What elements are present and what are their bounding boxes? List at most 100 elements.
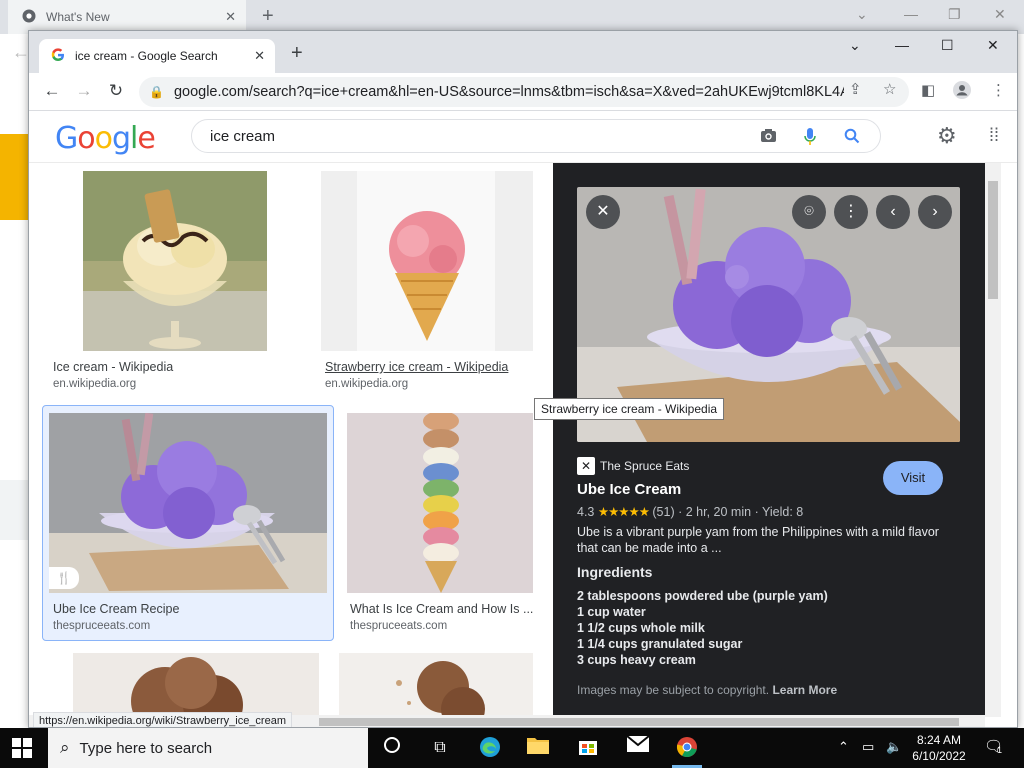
- image-results-grid: Ice cream - Wikipedia en.wikipedia.org S…: [29, 163, 553, 727]
- volume-icon[interactable]: 🔈: [886, 739, 902, 755]
- scrollbar-thumb[interactable]: [988, 181, 998, 299]
- taskbar-search-placeholder: Type here to search: [79, 739, 213, 757]
- bookmark-star-icon[interactable]: ☆: [883, 80, 896, 98]
- source-site[interactable]: ✕ The Spruce Eats: [577, 457, 689, 475]
- spruce-eats-logo-icon: ✕: [577, 457, 595, 475]
- result-title[interactable]: Strawberry ice cream - Wikipedia: [325, 360, 508, 374]
- search-input[interactable]: ice cream: [191, 119, 881, 153]
- gear-icon[interactable]: ⚙: [937, 123, 957, 149]
- url-text[interactable]: google.com/search?q=ice+cream&hl=en-US&s…: [174, 84, 844, 100]
- recipe-meta: 4.3 ★★★★★ (51) · 2 hr, 20 min · Yield: 8: [577, 505, 804, 519]
- rating-value: 4.3: [577, 505, 595, 519]
- preview-title[interactable]: Ube Ice Cream: [577, 481, 681, 498]
- cortana-icon[interactable]: [380, 736, 404, 760]
- result-title[interactable]: Ube Ice Cream Recipe: [53, 602, 179, 616]
- chrome-icon[interactable]: [675, 736, 699, 760]
- search-query-text[interactable]: ice cream: [210, 128, 275, 145]
- cook-time: 2 hr, 20 min: [685, 505, 752, 519]
- visit-button[interactable]: Visit: [883, 461, 943, 495]
- review-count: (51): [652, 505, 675, 519]
- ingredient-item: 1 1/4 cups granulated sugar: [577, 637, 743, 651]
- result-title[interactable]: Ice cream - Wikipedia: [53, 360, 173, 374]
- side-panel-icon[interactable]: ◧: [921, 81, 935, 99]
- apps-grid-icon[interactable]: ⁞⁞: [989, 125, 999, 146]
- vertical-scrollbar[interactable]: [985, 163, 1001, 717]
- close-preview-icon[interactable]: ✕: [586, 195, 620, 229]
- ingredients-heading: Ingredients: [577, 564, 653, 580]
- result-source: en.wikipedia.org: [325, 378, 409, 390]
- file-explorer-icon[interactable]: [526, 736, 550, 760]
- taskbar-search-box[interactable]: ⌕ Type here to search: [48, 728, 368, 768]
- google-favicon-icon: [51, 47, 65, 65]
- task-view-icon[interactable]: ⧉: [428, 736, 452, 760]
- result-source: en.wikipedia.org: [53, 378, 137, 390]
- forward-arrow-icon[interactable]: →: [73, 81, 95, 101]
- lock-icon[interactable]: 🔒: [149, 85, 164, 99]
- restore-icon[interactable]: ❐: [948, 6, 961, 23]
- bg-tab-whats-new[interactable]: What's New ✕: [8, 0, 246, 34]
- result-thumbnail[interactable]: [83, 171, 267, 351]
- bg-tab-strip: What's New ✕ + ⌄ — ❐ ✕: [0, 0, 1024, 34]
- edge-browser-icon[interactable]: [478, 736, 502, 760]
- minimize-icon[interactable]: —: [904, 6, 918, 22]
- notification-icon[interactable]: 🗨1: [984, 737, 1008, 755]
- share-icon[interactable]: ⇪: [849, 80, 862, 98]
- system-clock[interactable]: 8:24 AM 6/10/2022: [906, 732, 972, 764]
- close-tab-icon[interactable]: ✕: [254, 48, 265, 64]
- star-rating-icon: ★★★★★: [597, 505, 650, 519]
- camera-icon[interactable]: [760, 128, 777, 147]
- mail-icon[interactable]: [626, 735, 650, 760]
- next-image-icon[interactable]: ›: [918, 195, 952, 229]
- microsoft-store-icon[interactable]: [576, 736, 600, 760]
- google-logo[interactable]: Google: [55, 121, 156, 156]
- close-window-icon[interactable]: ✕: [994, 6, 1006, 23]
- recipe-yield: Yield: 8: [761, 505, 804, 519]
- result-thumbnail[interactable]: 🍴: [49, 413, 327, 593]
- windows-taskbar: ⌕ Type here to search ⧉ ⌃ ▭ 🔈 8:24 AM 6/…: [0, 728, 1024, 768]
- minimize-icon[interactable]: —: [895, 37, 909, 53]
- more-menu-icon[interactable]: ⋮: [991, 81, 1006, 99]
- maximize-icon[interactable]: ☐: [941, 37, 954, 54]
- result-source: thespruceeats.com: [53, 620, 151, 632]
- previous-image-icon[interactable]: ‹: [876, 195, 910, 229]
- browser-toolbar: ← → ↻ 🔒 google.com/search?q=ice+cream&hl…: [29, 73, 1017, 111]
- bg-yellow-shape: [0, 134, 28, 220]
- ingredient-item: 1 1/2 cups whole milk: [577, 621, 705, 635]
- result-thumbnail[interactable]: [321, 171, 533, 351]
- chevron-down-icon[interactable]: ⌄: [856, 6, 868, 23]
- chevron-down-icon[interactable]: ⌄: [849, 37, 861, 54]
- new-tab-icon[interactable]: +: [291, 43, 303, 63]
- result-title[interactable]: What Is Ice Cream and How Is ...: [350, 602, 533, 616]
- image-preview-panel: ✕ ⌾ ⋮ ‹ › ✕ The Spruce Eats Visit Ube Ic…: [553, 163, 985, 727]
- tab-google-search[interactable]: ice cream - Google Search ✕: [39, 39, 275, 73]
- copyright-text: Images may be subject to copyright.: [577, 683, 770, 697]
- result-source: thespruceeats.com: [350, 620, 448, 632]
- copyright-notice: Images may be subject to copyright. Lear…: [577, 683, 837, 697]
- close-tab-icon[interactable]: ✕: [225, 9, 236, 25]
- new-tab-icon[interactable]: +: [262, 5, 274, 28]
- clock-date: 6/10/2022: [912, 749, 966, 763]
- profile-avatar-icon[interactable]: [953, 81, 971, 103]
- tab-label: ice cream - Google Search: [75, 49, 218, 63]
- site-name[interactable]: The Spruce Eats: [600, 459, 689, 473]
- search-icon[interactable]: [844, 128, 860, 148]
- lens-search-icon[interactable]: ⌾: [792, 195, 826, 229]
- address-bar[interactable]: 🔒 google.com/search?q=ice+cream&hl=en-US…: [139, 77, 909, 107]
- browser-window: ice cream - Google Search ✕ + ⌄ — ☐ ✕ ← …: [28, 30, 1018, 728]
- clock-time: 8:24 AM: [916, 733, 962, 747]
- learn-more-link[interactable]: Learn More: [772, 683, 837, 697]
- windows-start-icon[interactable]: [12, 738, 32, 758]
- close-window-icon[interactable]: ✕: [987, 37, 999, 54]
- chevron-up-icon[interactable]: ⌃: [838, 739, 849, 755]
- microphone-icon[interactable]: [804, 128, 816, 150]
- ingredients-list: 2 tablespoons powdered ube (purple yam) …: [577, 588, 828, 668]
- network-icon[interactable]: ▭: [862, 739, 874, 755]
- hscrollbar-thumb[interactable]: [319, 718, 959, 726]
- more-options-icon[interactable]: ⋮: [834, 195, 868, 229]
- reload-icon[interactable]: ↻: [105, 81, 127, 101]
- ingredient-item: 1 cup water: [577, 605, 646, 619]
- result-thumbnail[interactable]: [347, 413, 533, 593]
- chrome-icon: [22, 9, 36, 26]
- ingredient-item: 2 tablespoons powdered ube (purple yam): [577, 589, 828, 603]
- back-arrow-icon[interactable]: ←: [41, 81, 63, 101]
